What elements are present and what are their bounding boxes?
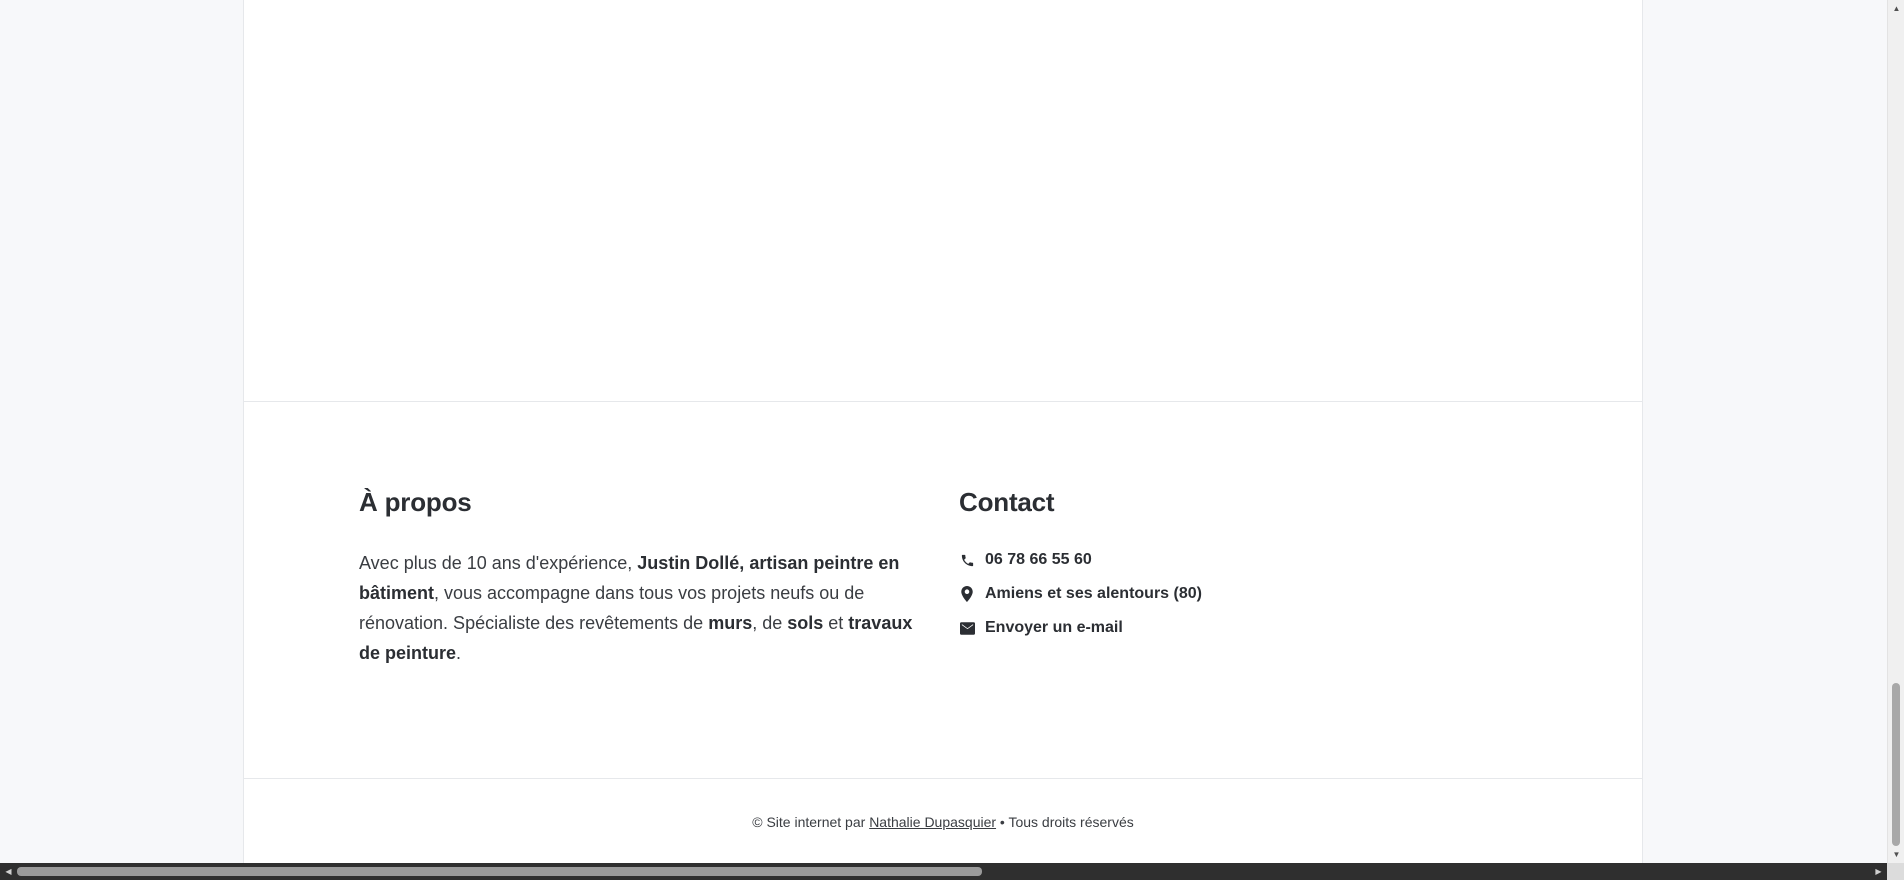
scroll-right-arrow-icon[interactable]: ▶ xyxy=(1870,863,1887,880)
contact-item-location: Amiens et ses alentours (80) xyxy=(959,577,1459,611)
contact-section: Contact 06 78 66 55 60 Amiens et ses ale… xyxy=(959,487,1459,645)
vertical-scroll-thumb[interactable] xyxy=(1892,683,1900,846)
page: À propos Avec plus de 10 ans d'expérienc… xyxy=(0,0,1887,863)
scrollbar-corner xyxy=(1887,863,1904,880)
scroll-up-arrow-icon[interactable]: ▲ xyxy=(1888,0,1904,17)
copyright-prefix: © Site internet par xyxy=(752,813,870,830)
author-link[interactable]: Nathalie Dupasquier xyxy=(869,814,996,830)
contact-item-phone[interactable]: 06 78 66 55 60 xyxy=(959,543,1459,577)
about-bold-murs: murs xyxy=(708,613,753,633)
location-text: Amiens et ses alentours (80) xyxy=(985,585,1202,602)
about-text-part: , de xyxy=(752,613,788,633)
scroll-down-arrow-icon[interactable]: ▼ xyxy=(1888,846,1904,863)
phone-icon xyxy=(959,552,975,568)
copyright-bar: © Site internet par Nathalie Dupasquier … xyxy=(244,778,1642,864)
blank-content-area xyxy=(244,0,1642,402)
vertical-scrollbar[interactable]: ▲ ▼ xyxy=(1887,0,1904,863)
about-text-part: . xyxy=(456,643,462,663)
map-pin-icon xyxy=(959,586,975,602)
horizontal-scroll-thumb[interactable] xyxy=(17,867,982,876)
envelope-icon xyxy=(959,620,975,636)
about-text-part: et xyxy=(823,613,849,633)
content-column: À propos Avec plus de 10 ans d'expérienc… xyxy=(243,0,1643,863)
about-section: À propos Avec plus de 10 ans d'expérienc… xyxy=(359,487,919,668)
about-bold-sols: sols xyxy=(787,613,824,633)
footer-main: À propos Avec plus de 10 ans d'expérienc… xyxy=(244,402,1642,778)
horizontal-scrollbar[interactable]: ◀ ▶ xyxy=(0,863,1887,880)
copyright-suffix: • Tous droits réservés xyxy=(996,813,1134,830)
about-text-part: Avec plus de 10 ans d'expérience, xyxy=(359,553,638,573)
email-link[interactable]: Envoyer un e-mail xyxy=(985,619,1123,637)
contact-heading: Contact xyxy=(959,487,1055,517)
scroll-left-arrow-icon[interactable]: ◀ xyxy=(0,863,17,880)
contact-item-email[interactable]: Envoyer un e-mail xyxy=(959,611,1459,645)
about-text: Avec plus de 10 ans d'expérience, Justin… xyxy=(359,548,919,668)
phone-link[interactable]: 06 78 66 55 60 xyxy=(985,551,1092,569)
contact-list: 06 78 66 55 60 Amiens et ses alentours (… xyxy=(959,543,1459,645)
about-heading: À propos xyxy=(359,487,472,517)
